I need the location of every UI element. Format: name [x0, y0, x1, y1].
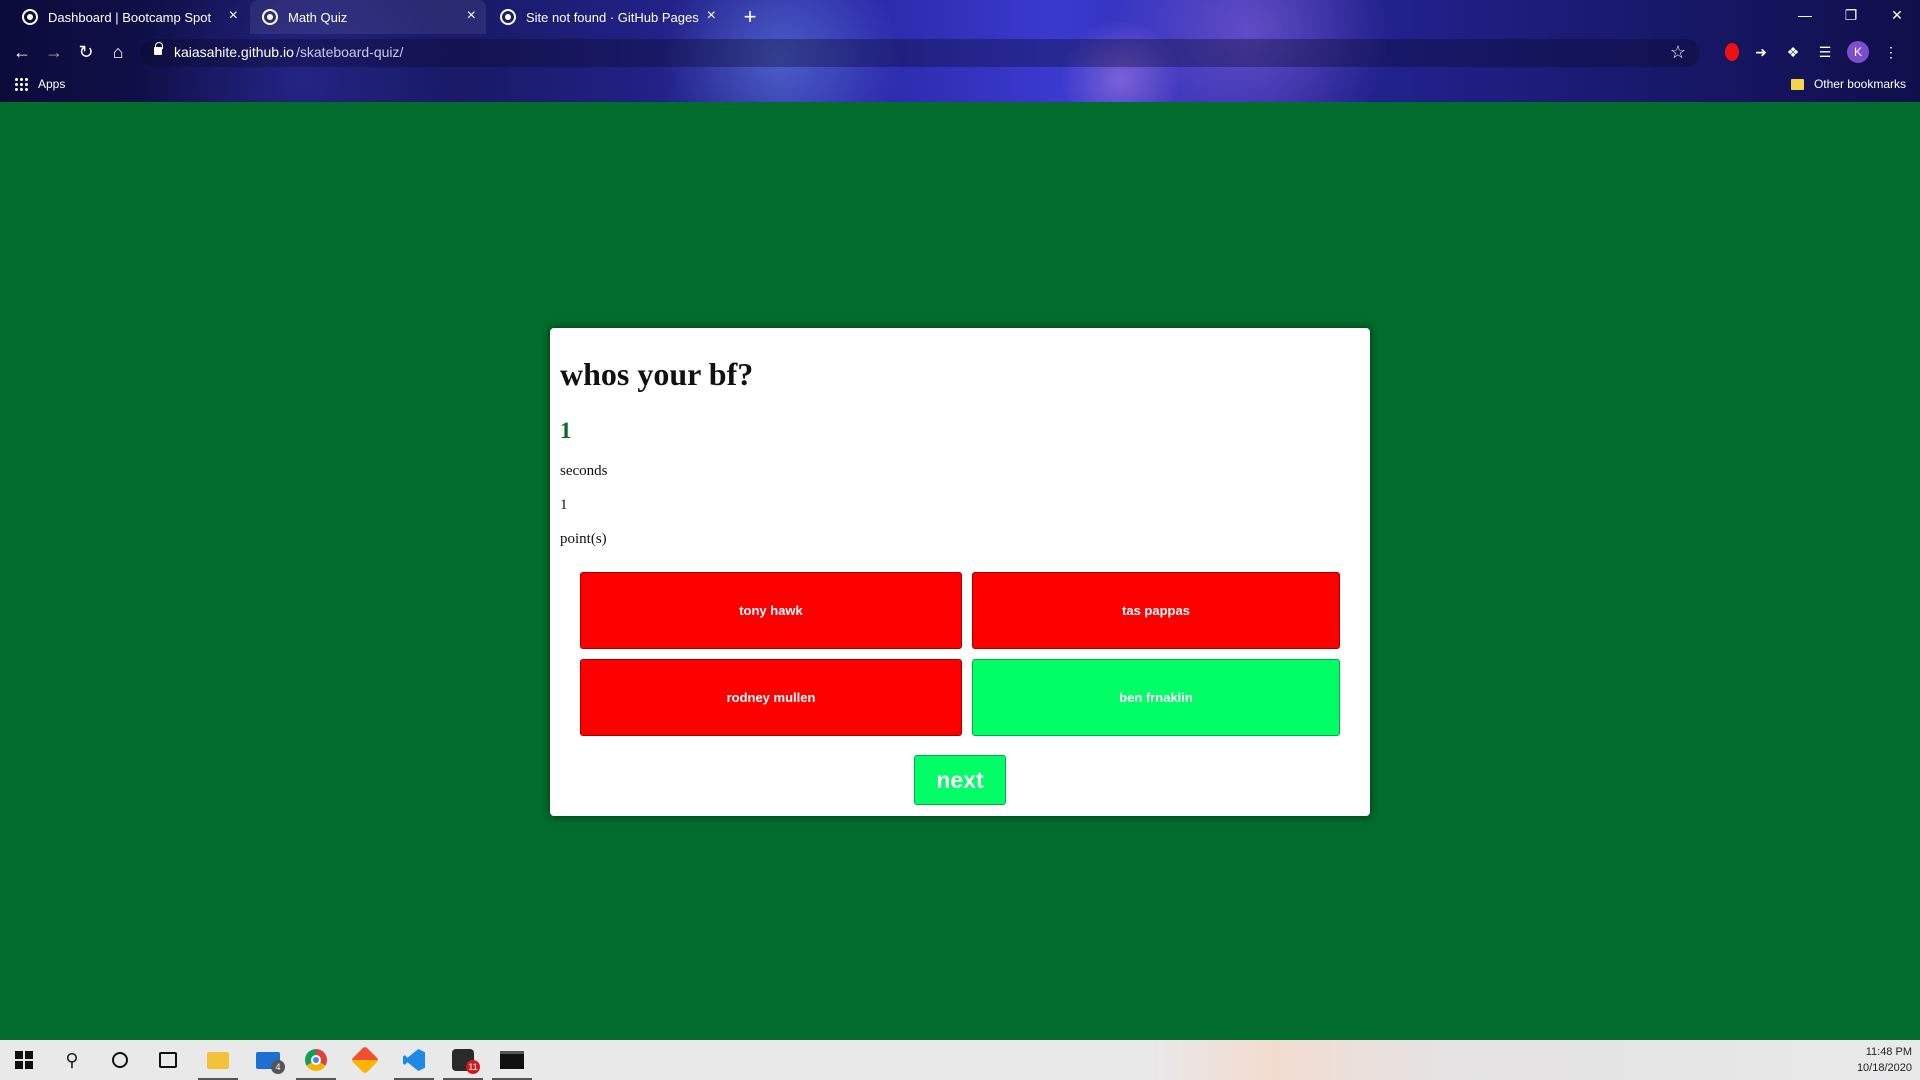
- extension-red-icon[interactable]: [1725, 43, 1739, 61]
- tab-title: Math Quiz: [288, 9, 348, 25]
- tab-dashboard[interactable]: Dashboard | Bootcamp Spot ×: [10, 0, 248, 34]
- quiz-card: whos your bf? 1 seconds 1 point(s) tony …: [550, 328, 1370, 816]
- restore-icon[interactable]: ❐: [1828, 0, 1874, 30]
- extensions-area: ➜ ❖ ☰ K ⋮: [1725, 41, 1913, 63]
- tab-strip: Dashboard | Bootcamp Spot × Math Quiz × …: [0, 0, 1920, 34]
- reload-icon[interactable]: ↻: [72, 40, 100, 64]
- globe-icon: [500, 9, 516, 25]
- extension-arrow-icon[interactable]: ➜: [1751, 42, 1771, 62]
- timer-label: seconds: [560, 463, 608, 479]
- bookmark-apps[interactable]: Apps: [14, 77, 65, 91]
- forward-arrow-icon[interactable]: →: [40, 40, 68, 64]
- window-controls: — ❐ ✕: [1782, 0, 1920, 30]
- git-icon: [350, 1045, 380, 1075]
- clock-date: 10/18/2020: [1856, 1062, 1912, 1074]
- chrome-icon: [305, 1049, 327, 1071]
- answer-button-tony-hawk[interactable]: tony hawk: [580, 572, 962, 649]
- answer-button-rodney-mullen[interactable]: rodney mullen: [580, 659, 962, 736]
- page-viewport: whos your bf? 1 seconds 1 point(s) tony …: [0, 102, 1920, 1040]
- start-button[interactable]: [0, 1040, 48, 1080]
- tab-title: Site not found · GitHub Pages: [526, 9, 699, 25]
- terminal-button[interactable]: [488, 1040, 536, 1080]
- close-window-icon[interactable]: ✕: [1874, 0, 1920, 30]
- vscode-button[interactable]: [390, 1040, 438, 1080]
- search-icon[interactable]: ⚲: [48, 1040, 96, 1080]
- file-explorer-button[interactable]: [194, 1040, 242, 1080]
- answer-button-ben-frnaklin[interactable]: ben frnaklin: [972, 659, 1340, 736]
- cortana-icon: [112, 1052, 128, 1068]
- media-queue-icon[interactable]: ☰: [1815, 42, 1835, 62]
- new-tab-button[interactable]: +: [738, 5, 762, 29]
- mail-badge: 4: [271, 1060, 285, 1074]
- tab-site-not-found[interactable]: Site not found · GitHub Pages ×: [488, 0, 726, 34]
- profile-avatar[interactable]: K: [1847, 41, 1869, 63]
- kebab-menu-icon[interactable]: ⋮: [1881, 42, 1901, 62]
- browser-chrome: Dashboard | Bootcamp Spot × Math Quiz × …: [0, 0, 1920, 102]
- score-label: point(s): [560, 531, 607, 547]
- globe-icon: [22, 9, 38, 25]
- timer-value: 1: [560, 418, 572, 443]
- answer-button-tas-pappas[interactable]: tas pappas: [972, 572, 1340, 649]
- bookmark-star-icon[interactable]: ☆: [1670, 42, 1686, 63]
- vscode-icon: [403, 1049, 425, 1071]
- chrome-button[interactable]: [292, 1040, 340, 1080]
- question-heading: whos your bf?: [560, 356, 754, 392]
- github-desktop-button[interactable]: 11: [439, 1040, 487, 1080]
- system-clock[interactable]: 11:48 PM 10/18/2020: [1857, 1044, 1912, 1076]
- address-bar[interactable]: kaiasahite.github.io /skateboard-quiz/ ☆: [140, 39, 1700, 67]
- tab-title: Dashboard | Bootcamp Spot: [48, 9, 212, 25]
- clock-time: 11:48 PM: [1865, 1046, 1912, 1058]
- lock-icon: [154, 42, 163, 55]
- puzzle-icon[interactable]: ❖: [1783, 42, 1803, 62]
- back-arrow-icon[interactable]: ←: [8, 40, 36, 64]
- home-icon[interactable]: ⌂: [104, 40, 132, 64]
- tab-math-quiz[interactable]: Math Quiz ×: [250, 0, 486, 34]
- github-badge: 11: [466, 1060, 480, 1074]
- close-icon[interactable]: ×: [707, 8, 716, 24]
- windows-logo-icon: [15, 1051, 33, 1069]
- task-view-icon: [159, 1052, 177, 1068]
- other-bookmarks-label: Other bookmarks: [1813, 77, 1906, 91]
- terminal-icon: [500, 1051, 524, 1069]
- url-path: /skateboard-quiz/: [296, 44, 404, 60]
- globe-icon: [262, 9, 278, 25]
- score-value: 1: [560, 497, 568, 513]
- minimize-icon[interactable]: —: [1782, 0, 1828, 30]
- close-icon[interactable]: ×: [467, 8, 476, 24]
- other-bookmarks[interactable]: Other bookmarks: [1790, 77, 1906, 91]
- git-button[interactable]: [341, 1040, 389, 1080]
- file-explorer-icon: [207, 1051, 229, 1069]
- task-view-button[interactable]: [144, 1040, 192, 1080]
- bookmarks-bar: Apps Other bookmarks: [0, 72, 1920, 100]
- url-host: kaiasahite.github.io: [174, 44, 294, 60]
- apps-label: Apps: [38, 77, 66, 91]
- apps-grid-icon: [14, 77, 28, 91]
- mail-button[interactable]: 4: [244, 1040, 292, 1080]
- cortana-button[interactable]: [96, 1040, 144, 1080]
- browser-toolbar: ← → ↻ ⌂ kaiasahite.github.io /skateboard…: [0, 34, 1920, 70]
- folder-icon: [1790, 78, 1804, 90]
- windows-taskbar: ⚲ 4 11 11:48 PM 10/18/2020: [0, 1040, 1920, 1080]
- next-button[interactable]: next: [914, 755, 1006, 805]
- close-icon[interactable]: ×: [229, 8, 238, 24]
